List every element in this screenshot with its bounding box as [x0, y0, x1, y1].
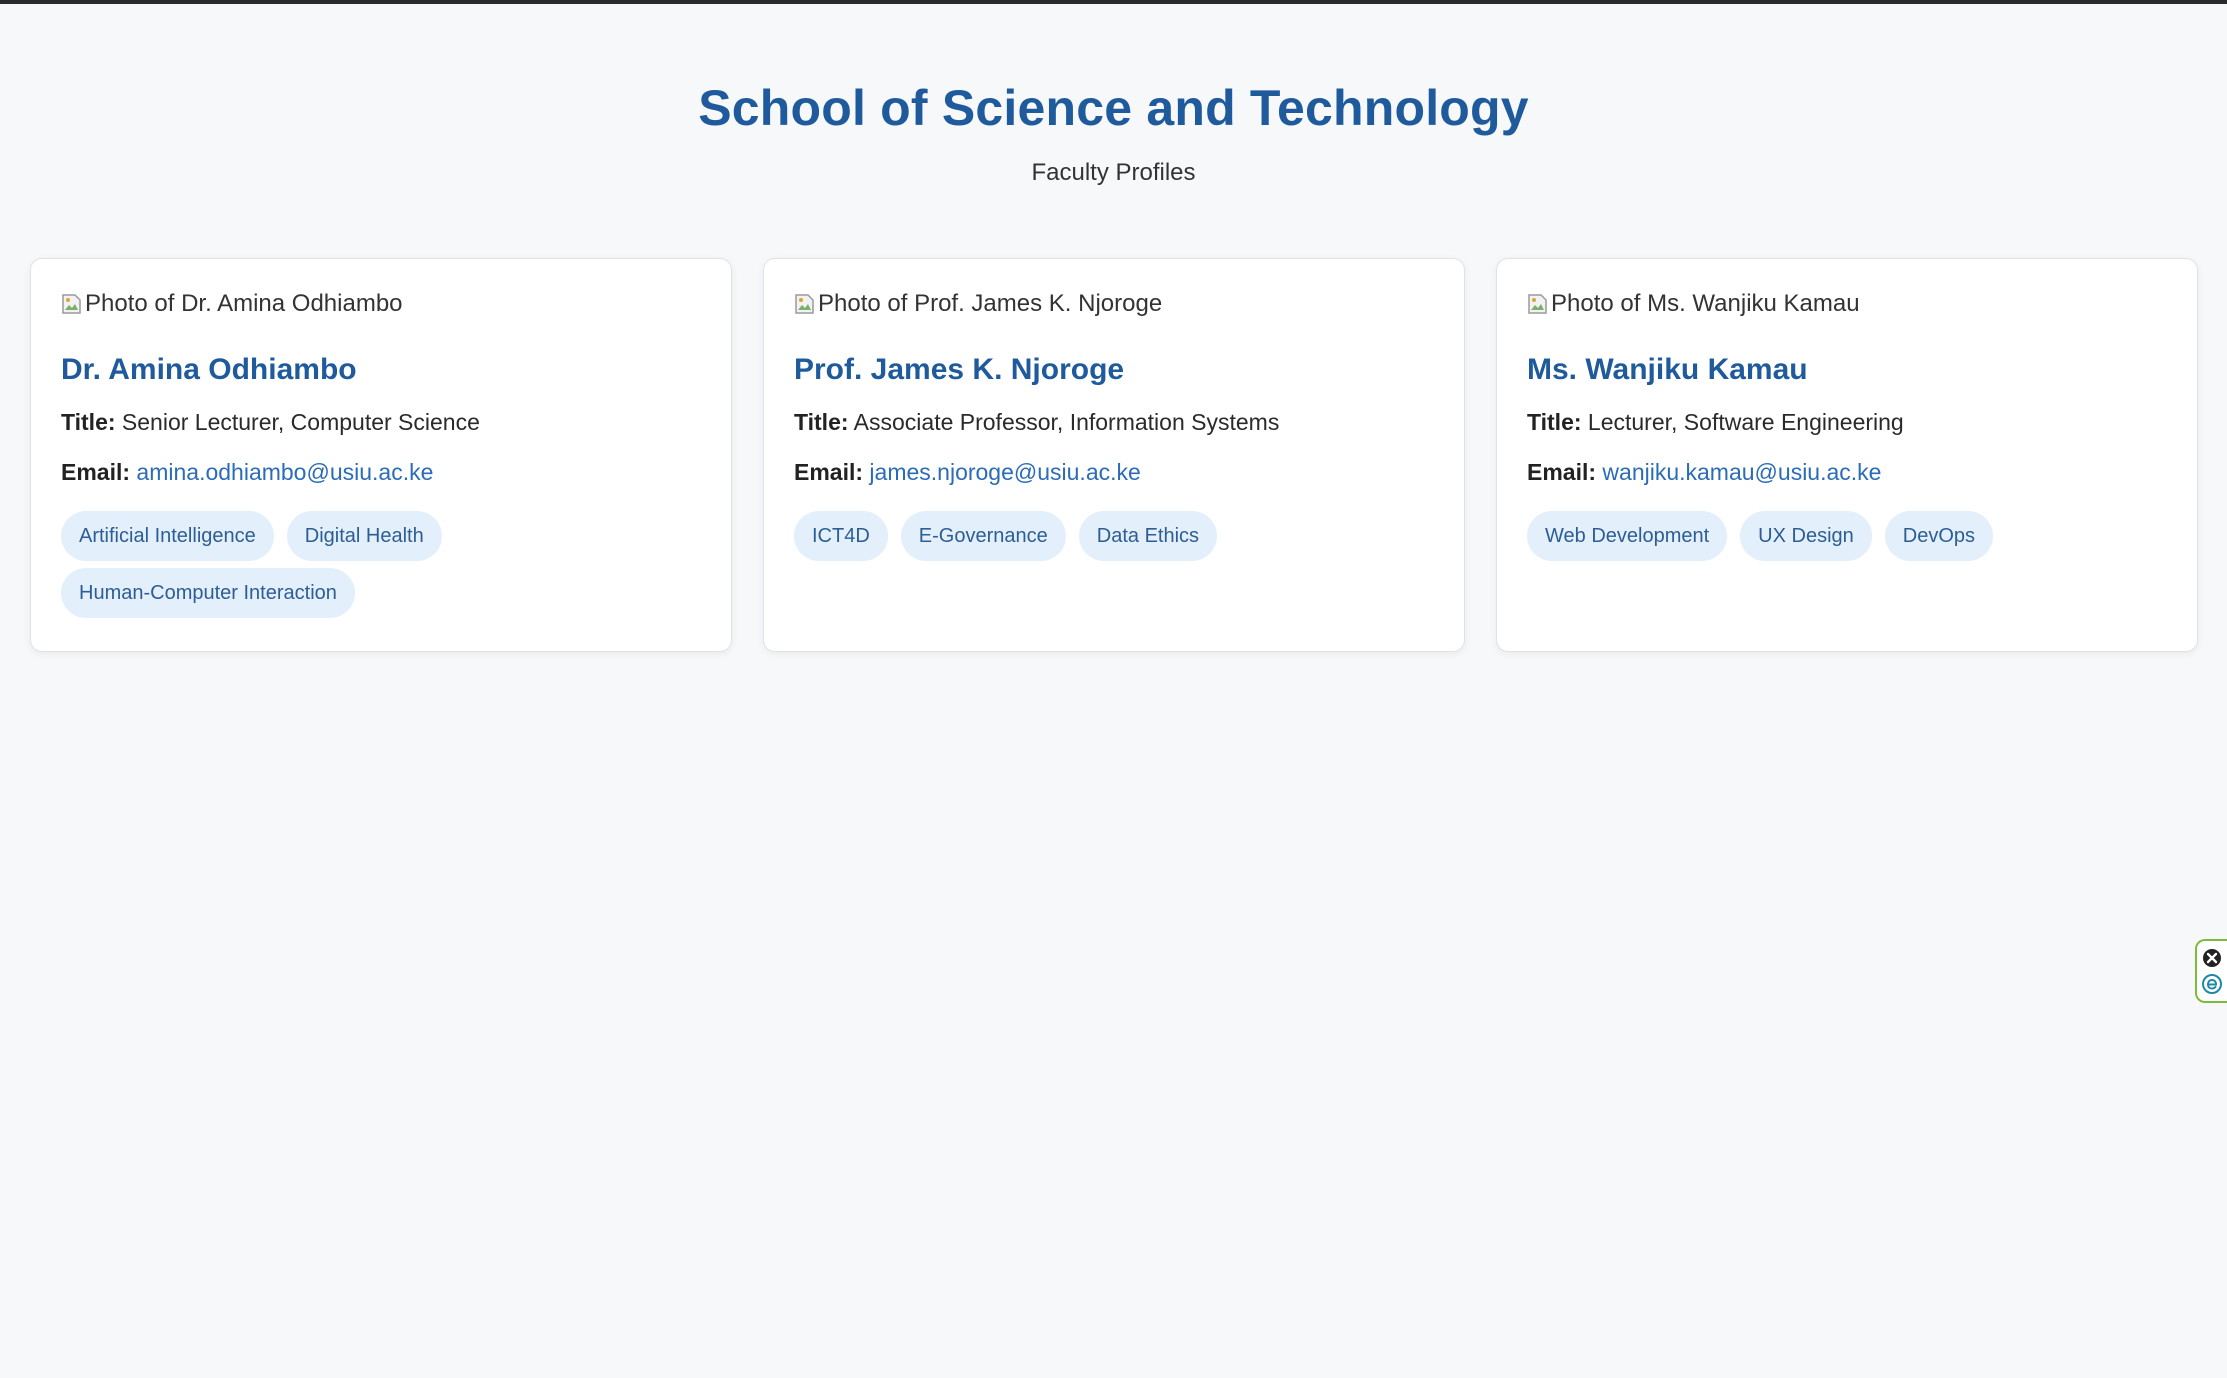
title-label: Title: [61, 409, 116, 435]
extension-e-icon[interactable] [2201, 973, 2223, 995]
broken-image-icon [1527, 292, 1549, 316]
faculty-email-link[interactable]: amina.odhiambo@usiu.ac.ke [136, 459, 433, 485]
email-label: Email: [61, 459, 131, 485]
faculty-card-grid: Photo of Dr. Amina Odhiambo Dr. Amina Od… [30, 258, 2198, 652]
faculty-photo: Photo of Dr. Amina Odhiambo [61, 287, 701, 321]
faculty-email-link[interactable]: wanjiku.kamau@usiu.ac.ke [1602, 459, 1881, 485]
research-tag: Web Development [1527, 511, 1728, 561]
faculty-email-row: Email: amina.odhiambo@usiu.ac.ke [61, 457, 701, 487]
research-tags: Artificial Intelligence Digital Health H… [61, 511, 701, 618]
faculty-email-link[interactable]: james.njoroge@usiu.ac.ke [869, 459, 1140, 485]
side-extension-widget[interactable] [2195, 939, 2227, 1003]
faculty-title-row: Title: Associate Professor, Information … [794, 407, 1434, 437]
faculty-title: Lecturer, Software Engineering [1587, 409, 1904, 435]
research-tag: Digital Health [286, 511, 442, 561]
faculty-photo-alt: Photo of Dr. Amina Odhiambo [85, 290, 403, 317]
faculty-title-row: Title: Lecturer, Software Engineering [1527, 407, 2167, 437]
faculty-card: Photo of Prof. James K. Njoroge Prof. Ja… [763, 258, 1465, 652]
research-tag: Data Ethics [1078, 511, 1218, 561]
faculty-photo-alt: Photo of Ms. Wanjiku Kamau [1551, 290, 1860, 317]
research-tag: Human-Computer Interaction [61, 568, 355, 618]
faculty-card: Photo of Ms. Wanjiku Kamau Ms. Wanjiku K… [1496, 258, 2198, 652]
faculty-photo: Photo of Ms. Wanjiku Kamau [1527, 287, 2167, 321]
faculty-photo: Photo of Prof. James K. Njoroge [794, 287, 1434, 321]
title-label: Title: [1527, 409, 1582, 435]
faculty-title-row: Title: Senior Lecturer, Computer Science [61, 407, 701, 437]
email-label: Email: [794, 459, 864, 485]
faculty-photo-alt: Photo of Prof. James K. Njoroge [818, 290, 1163, 317]
email-label: Email: [1527, 459, 1597, 485]
faculty-title: Senior Lecturer, Computer Science [121, 409, 480, 435]
research-tag: Artificial Intelligence [61, 511, 274, 561]
page-header: School of Science and Technology Faculty… [0, 4, 2227, 188]
broken-image-icon [794, 292, 816, 316]
faculty-card: Photo of Dr. Amina Odhiambo Dr. Amina Od… [30, 258, 732, 652]
faculty-email-row: Email: wanjiku.kamau@usiu.ac.ke [1527, 457, 2167, 487]
research-tag: UX Design [1740, 511, 1872, 561]
faculty-title: Associate Professor, Information Systems [853, 409, 1280, 435]
broken-image-icon [61, 292, 83, 316]
research-tag: ICT4D [794, 511, 888, 561]
page-subtitle: Faculty Profiles [1031, 159, 1196, 186]
research-tags: ICT4D E-Governance Data Ethics [794, 511, 1434, 561]
research-tag: DevOps [1884, 511, 1994, 561]
page-title: School of Science and Technology [698, 80, 1529, 136]
title-label: Title: [794, 409, 849, 435]
close-icon[interactable] [2201, 947, 2223, 969]
research-tags: Web Development UX Design DevOps [1527, 511, 2167, 561]
faculty-name: Ms. Wanjiku Kamau [1527, 353, 1808, 386]
research-tag: E-Governance [900, 511, 1066, 561]
faculty-name: Dr. Amina Odhiambo [61, 353, 357, 386]
faculty-email-row: Email: james.njoroge@usiu.ac.ke [794, 457, 1434, 487]
faculty-name: Prof. James K. Njoroge [794, 353, 1125, 386]
